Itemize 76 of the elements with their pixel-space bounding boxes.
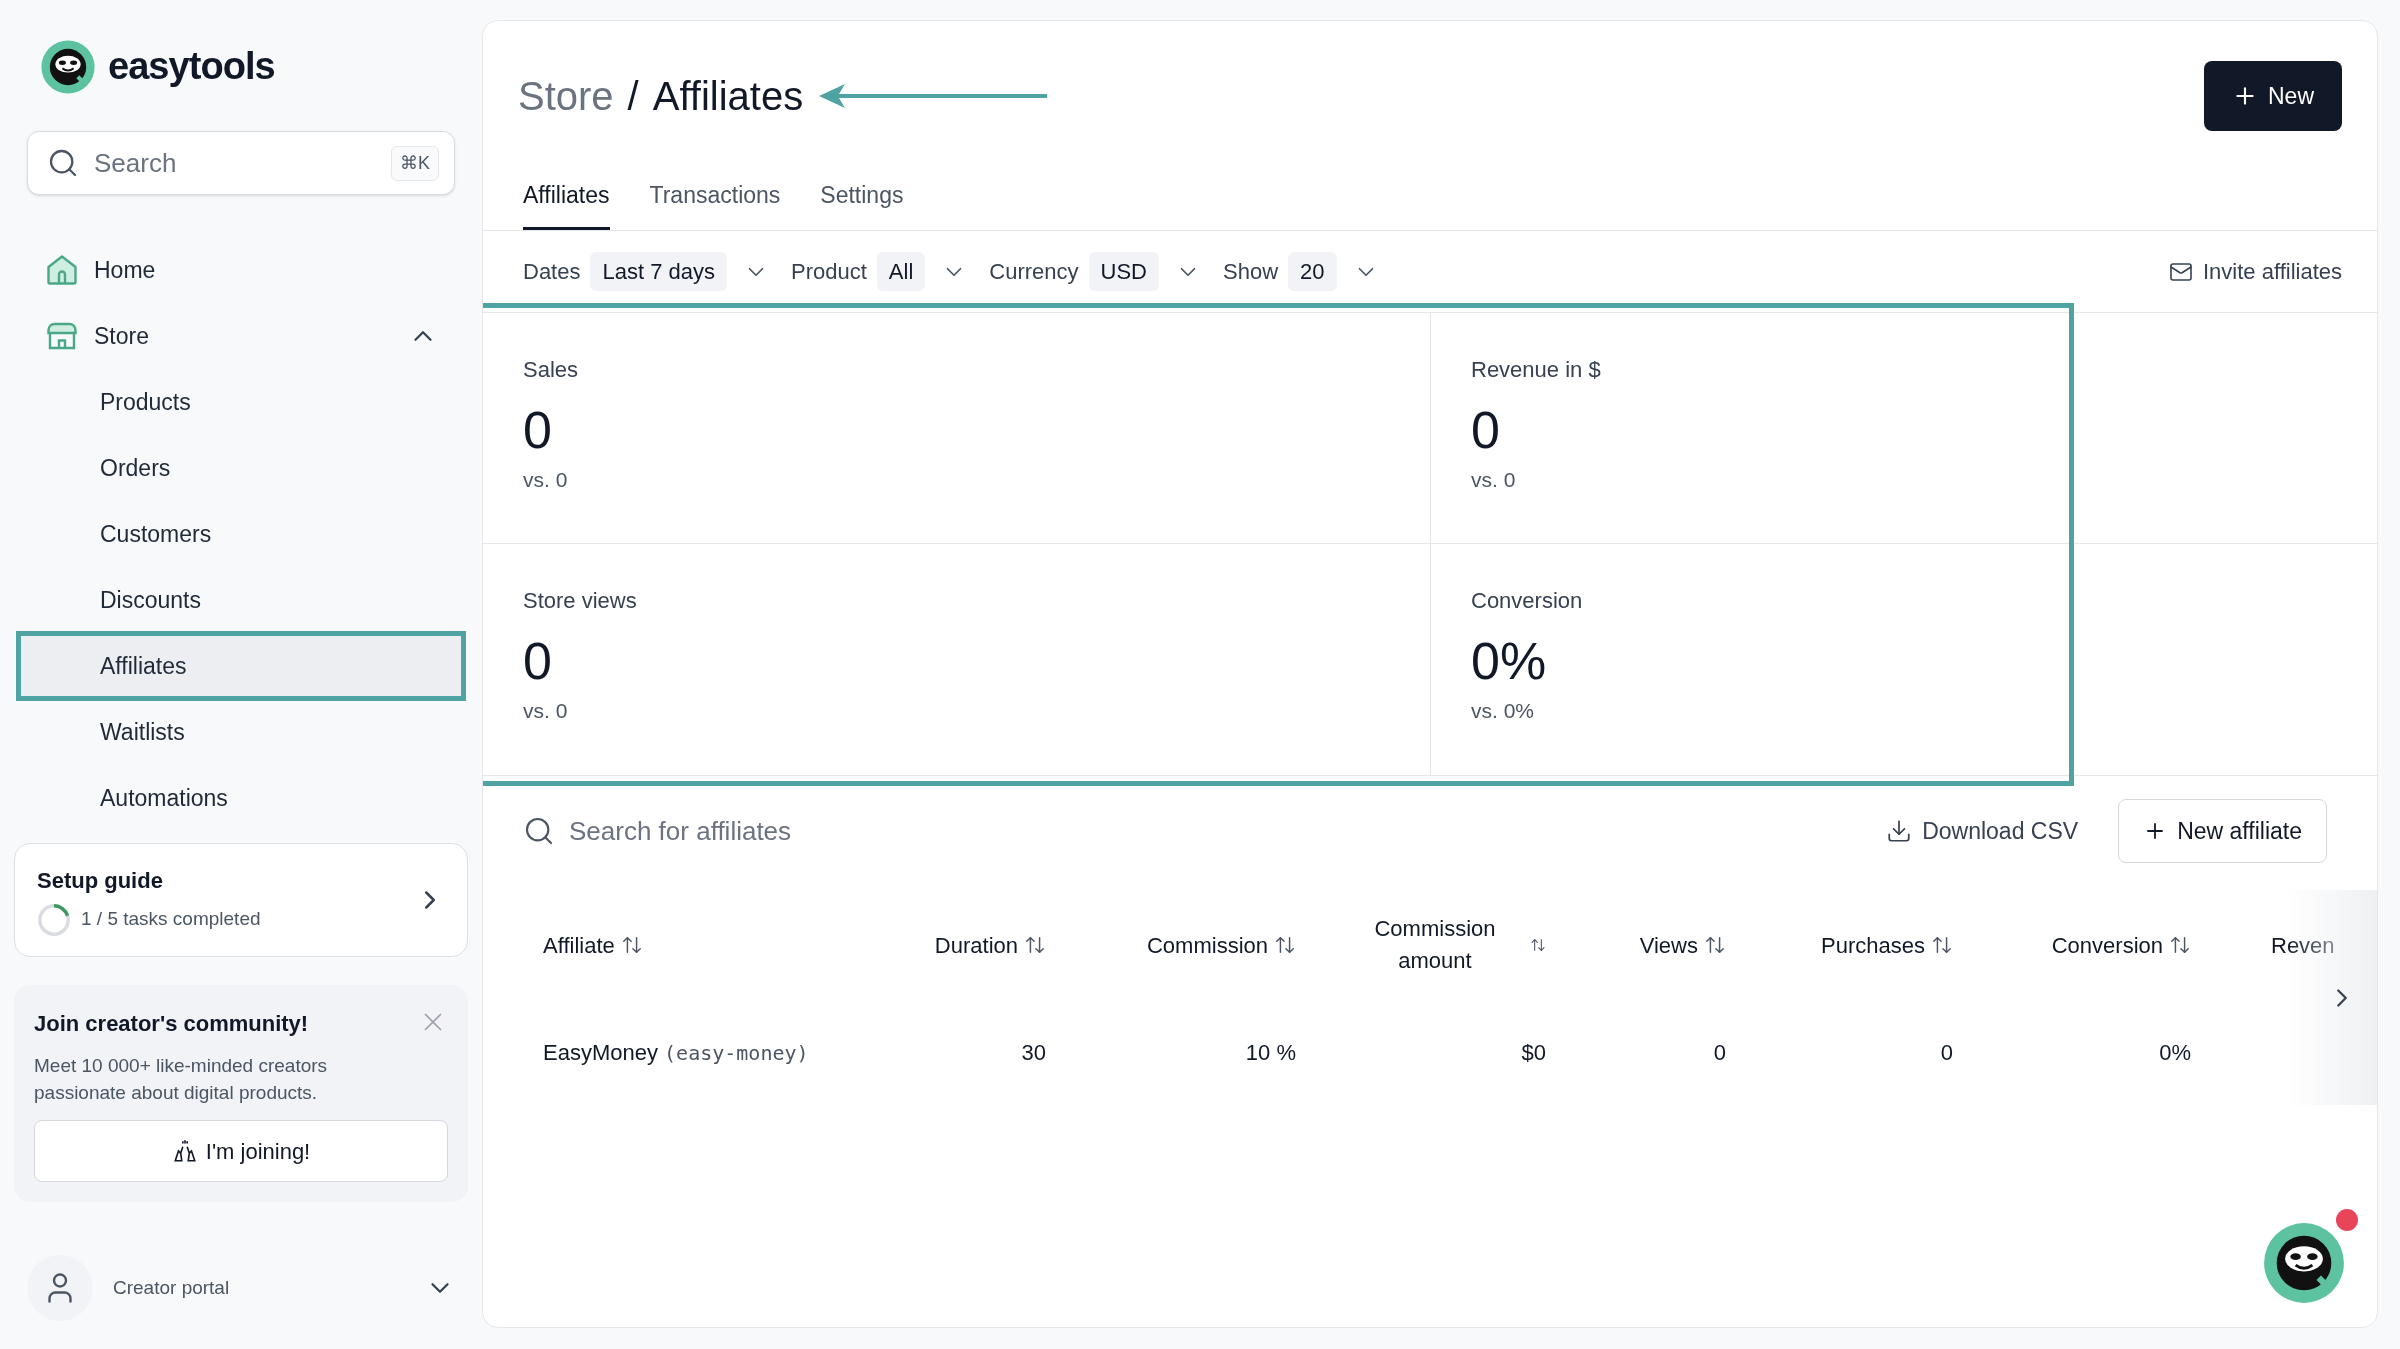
download-csv-button[interactable]: Download CSV xyxy=(1886,813,2079,849)
new-affiliate-button[interactable]: New affiliate xyxy=(2118,799,2327,863)
setup-guide-title: Setup guide xyxy=(37,866,164,895)
table-cell-text: 0% xyxy=(2159,1039,2191,1067)
column-header[interactable]: Conversion xyxy=(2051,928,2163,962)
page-title: Affiliates xyxy=(652,73,804,120)
table-cell-text: 10 % xyxy=(1245,1039,1296,1067)
table-cell-text: 30 xyxy=(1021,1039,1046,1067)
download-icon xyxy=(1886,818,1913,844)
setup-guide-card[interactable]: Setup guide 1 / 5 tasks completed xyxy=(14,843,468,957)
join-button[interactable]: I'm joining! xyxy=(34,1120,448,1182)
sort-icon[interactable] xyxy=(620,934,643,956)
stat-comparison: vs. 0% xyxy=(1471,698,1536,724)
stat-label: Sales xyxy=(523,356,580,384)
nav-subitem[interactable]: Automations xyxy=(20,765,462,831)
account-menu[interactable]: Creator portal xyxy=(27,1255,455,1321)
filter-label: Dates xyxy=(523,258,581,286)
chat-avatar-icon xyxy=(2262,1221,2346,1305)
nav-subitem[interactable]: Products xyxy=(20,369,462,435)
community-text: Meet 10 000+ like-minded creators passionate about digital products. xyxy=(34,1054,329,1105)
breadcrumb-separator: / xyxy=(627,73,639,120)
stat-comparison: vs. 0 xyxy=(1471,467,1517,493)
sort-icon[interactable] xyxy=(1704,934,1726,956)
table-cell-text: 0 xyxy=(1940,1039,1953,1067)
nav-subitem[interactable]: Orders xyxy=(20,435,462,501)
progress-ring xyxy=(37,902,71,937)
filter-label: Product xyxy=(791,258,867,286)
new-button[interactable]: New xyxy=(2204,61,2342,131)
sort-icon[interactable] xyxy=(1931,934,1953,956)
table-cell-text: 0 xyxy=(1713,1039,1726,1067)
stat-value: 0% xyxy=(1471,631,1548,692)
nav-subitem[interactable]: Discounts xyxy=(20,567,462,633)
affiliate-search-field[interactable]: Search for affiliates xyxy=(523,806,1223,856)
stat-value: 0 xyxy=(523,631,553,692)
nav-item[interactable]: Home xyxy=(20,237,462,303)
stat-label: Conversion xyxy=(1471,587,1584,615)
column-header[interactable]: Duration xyxy=(934,928,1018,962)
stat-label: Store views xyxy=(523,587,638,615)
sort-icon[interactable] xyxy=(1274,934,1296,956)
column-header[interactable]: Commission amount xyxy=(1360,913,1510,977)
nav-subitem[interactable]: Customers xyxy=(20,501,462,567)
invite-link[interactable]: Invite affiliates xyxy=(2169,255,2342,288)
brand-name: easytools xyxy=(108,44,275,89)
search-icon xyxy=(523,815,555,847)
column-header[interactable]: Purchases xyxy=(1821,928,1925,962)
logo-icon xyxy=(40,38,96,95)
nav-item[interactable]: Store xyxy=(20,303,462,369)
search-icon xyxy=(47,147,79,179)
filter-label: Show xyxy=(1223,258,1279,286)
stat-comparison: vs. 0 xyxy=(523,698,569,724)
home-icon xyxy=(44,252,80,288)
sort-icon[interactable] xyxy=(2169,934,2191,956)
column-header[interactable]: Reven xyxy=(2271,928,2335,962)
table-cell: EasyMoney (easy-money) xyxy=(543,1040,809,1065)
tab[interactable]: Settings xyxy=(820,170,904,230)
column-header[interactable]: Affiliate xyxy=(543,928,615,962)
progress-text: 1 / 5 tasks completed xyxy=(81,907,261,932)
stat-value: 0 xyxy=(1471,400,1501,461)
chat-button[interactable] xyxy=(2262,1221,2346,1305)
community-title: Join creator's community! xyxy=(34,1010,310,1038)
tab[interactable]: Affiliates xyxy=(523,170,610,230)
clapping-hands-icon xyxy=(171,1138,198,1164)
column-header[interactable]: Views xyxy=(1639,928,1698,962)
sort-icon[interactable] xyxy=(1530,937,1546,953)
nav-subitem[interactable]: Waitlists xyxy=(20,699,462,765)
stat-value: 0 xyxy=(523,400,553,461)
breadcrumb-parent[interactable]: Store xyxy=(518,66,614,126)
shortcut-key: ⌘K xyxy=(391,146,439,181)
filter-label: Currency xyxy=(989,258,1079,286)
sort-icon[interactable] xyxy=(1024,934,1046,956)
tab[interactable]: Transactions xyxy=(649,170,781,230)
nav-subitem[interactable]: Affiliates xyxy=(20,633,462,699)
stat-label: Revenue in $ xyxy=(1471,356,1602,384)
stat-comparison: vs. 0 xyxy=(523,467,569,493)
column-header[interactable]: Commission xyxy=(1146,928,1268,962)
table-cell-text: $0 xyxy=(1521,1039,1546,1067)
